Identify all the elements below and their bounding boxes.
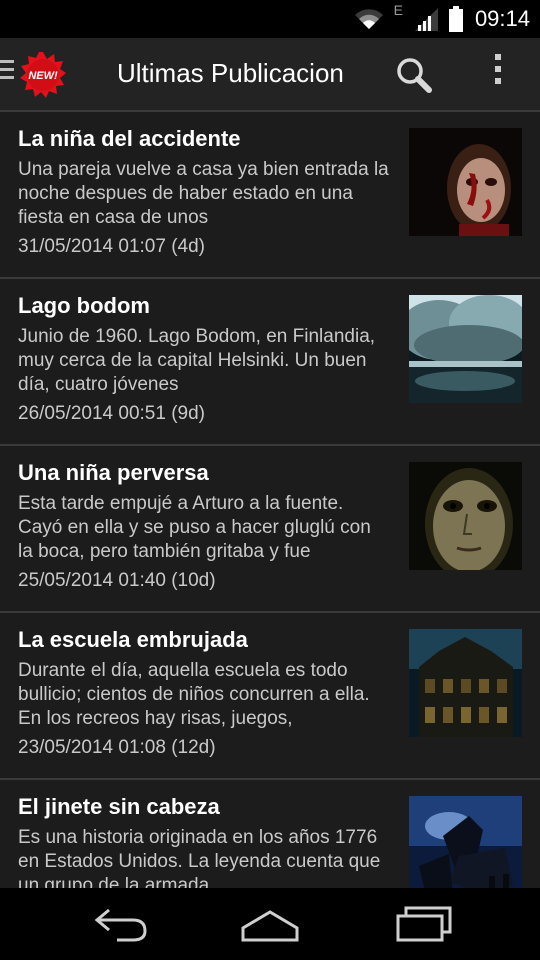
post-title: Lago bodom (18, 293, 150, 318)
menu-icon[interactable] (0, 60, 14, 84)
list-item[interactable]: Una niña perversa Esta tarde empujé a Ar… (0, 446, 540, 613)
page-title: Ultimas Publicacion (117, 58, 344, 88)
list-item[interactable]: La escuela embrujada Durante el día, aqu… (0, 613, 540, 780)
post-title: Una niña perversa (18, 460, 209, 485)
home-icon[interactable] (235, 902, 305, 946)
signal-icon (413, 6, 439, 32)
battery-icon (448, 6, 463, 32)
overflow-menu-icon[interactable] (488, 54, 508, 94)
post-description: Una pareja vuelve a casa ya bien entrada… (18, 159, 389, 228)
post-thumbnail[interactable] (409, 462, 522, 570)
post-description: Esta tarde empujé a Arturo a la fuente. … (18, 493, 371, 562)
post-thumbnail[interactable] (409, 295, 522, 403)
post-title: La niña del accidente (18, 126, 241, 151)
post-description: Junio de 1960. Lago Bodom, en Finlandia,… (18, 326, 376, 395)
post-description: Durante el día, aquella escuela es todo … (18, 660, 370, 729)
post-date: 25/05/2014 01:40 (10d) (18, 570, 216, 591)
posts-list: La niña del accidente Una pareja vuelve … (0, 112, 540, 888)
status-bar: E 09:14 (0, 0, 540, 38)
status-clock: 09:14 (474, 6, 530, 31)
post-thumbnail[interactable] (409, 629, 522, 737)
list-item[interactable]: La niña del accidente Una pareja vuelve … (0, 112, 540, 279)
post-date: 26/05/2014 00:51 (9d) (18, 403, 205, 424)
wifi-icon (354, 7, 384, 31)
post-title: El jinete sin cabeza (18, 794, 220, 819)
post-title: La escuela embrujada (18, 627, 248, 652)
network-e-icon: E (393, 2, 403, 18)
post-description: Es una historia originada en los años 17… (18, 827, 381, 888)
post-thumbnail[interactable] (409, 796, 522, 888)
list-item[interactable]: El jinete sin cabeza Es una historia ori… (0, 780, 540, 888)
post-thumbnail[interactable] (409, 128, 522, 236)
post-date: 23/05/2014 01:08 (12d) (18, 737, 216, 758)
navigation-bar (0, 888, 540, 960)
new-badge-icon[interactable]: NEW! (20, 52, 66, 98)
back-icon[interactable] (85, 902, 155, 946)
search-icon[interactable] (394, 56, 434, 96)
recent-apps-icon[interactable] (388, 902, 458, 946)
post-date: 31/05/2014 01:07 (4d) (18, 236, 205, 257)
svg-text:NEW!: NEW! (28, 70, 58, 82)
list-item[interactable]: Lago bodom Junio de 1960. Lago Bodom, en… (0, 279, 540, 446)
status-icons: E 09:14 (354, 0, 530, 38)
action-bar: NEW! Ultimas Publicacion (0, 38, 540, 112)
